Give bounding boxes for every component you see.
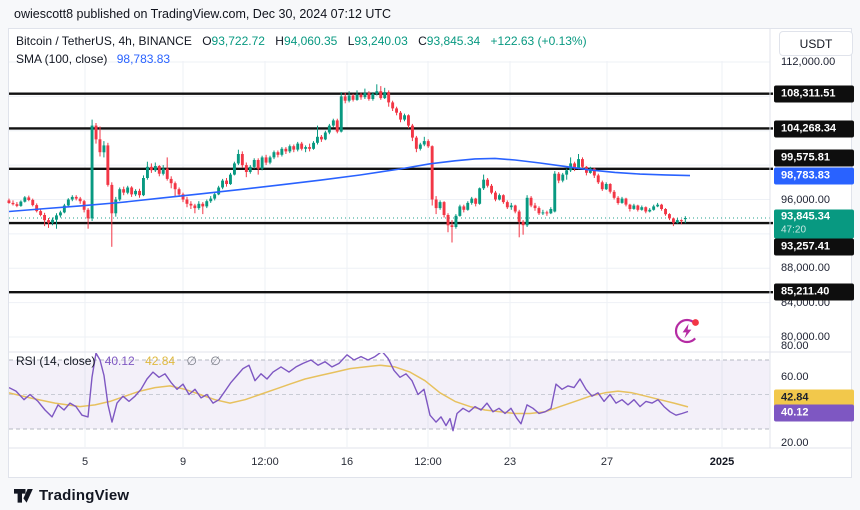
sma-value-text: 98,783.83 [117,52,170,66]
time-tick-9: 9 [180,456,186,468]
price-badge-rsi-value: 40.12 [774,405,854,422]
sma-label[interactable]: SMA (100, close) [16,52,107,66]
axis-label: 20.00 [781,437,809,449]
attribution-text: owiescott8 published on TradingView.com,… [14,7,391,21]
axis-label: 60.00 [781,371,809,383]
lightning-bolt-icon [683,324,692,339]
open-label: O [202,34,211,48]
price-badge-level-85211: 85,211.40 [774,284,854,301]
time-tick-23: 23 [504,456,516,468]
tradingview-footer[interactable]: TradingView [14,487,129,504]
tradingview-logo-icon [14,489,33,503]
low-value: 93,240.03 [354,34,407,48]
axis-label: 112,000.00 [781,56,835,68]
flash-alert-icon[interactable] [670,314,704,346]
price-badge-level-104268: 104,268.34 [774,121,854,138]
price-badge-level-93257: 93,257.41 [774,239,854,256]
price-badge-last-price: 93,845.3447:20 [774,210,854,239]
currency-button[interactable]: USDT [779,31,853,56]
time-tick-16: 16 [341,456,353,468]
price-badge-level-108311: 108,311.51 [774,86,854,103]
rsi-ma-value-text: 42.84 [145,354,175,368]
tradingview-logo-text: TradingView [39,487,129,504]
close-value: 93,845.34 [427,34,480,48]
axis-label: 80.00 [781,340,809,352]
rsi-label[interactable]: RSI (14, close) [16,354,95,368]
axis-label: 88,000.00 [781,262,830,274]
alert-dot [692,319,699,326]
price-badge-sma-value: 98,783.83 [774,168,854,185]
close-label: C [418,34,427,48]
open-value: 93,722.72 [212,34,265,48]
time-tick-12:00: 12:00 [251,456,279,468]
time-tick-27: 27 [601,456,613,468]
chart-card [8,28,852,478]
change-value: +122.63 (+0.13%) [491,34,587,48]
high-label: H [275,34,284,48]
countdown-timer: 47:20 [781,225,854,238]
rsi-value-text: 40.12 [105,354,135,368]
high-value: 94,060.35 [284,34,337,48]
time-tick-2025: 2025 [710,456,734,468]
rsi-header: RSI (14, close) 40.12 42.84 ∅ ∅ [16,354,226,368]
time-tick-12:00: 12:00 [414,456,442,468]
price-badge-level-99575: 99,575.81 [774,150,854,167]
page: owiescott8 published on TradingView.com,… [0,0,860,510]
symbol-title[interactable]: Bitcoin / TetherUS, 4h, BINANCE [16,34,192,48]
axis-label: 96,000.00 [781,194,830,206]
sma-header: SMA (100, close) 98,783.83 [16,52,170,66]
time-tick-5: 5 [82,456,88,468]
rsi-empty-values: ∅ ∅ [186,354,225,368]
symbol-header: Bitcoin / TetherUS, 4h, BINANCE O93,722.… [16,34,587,48]
